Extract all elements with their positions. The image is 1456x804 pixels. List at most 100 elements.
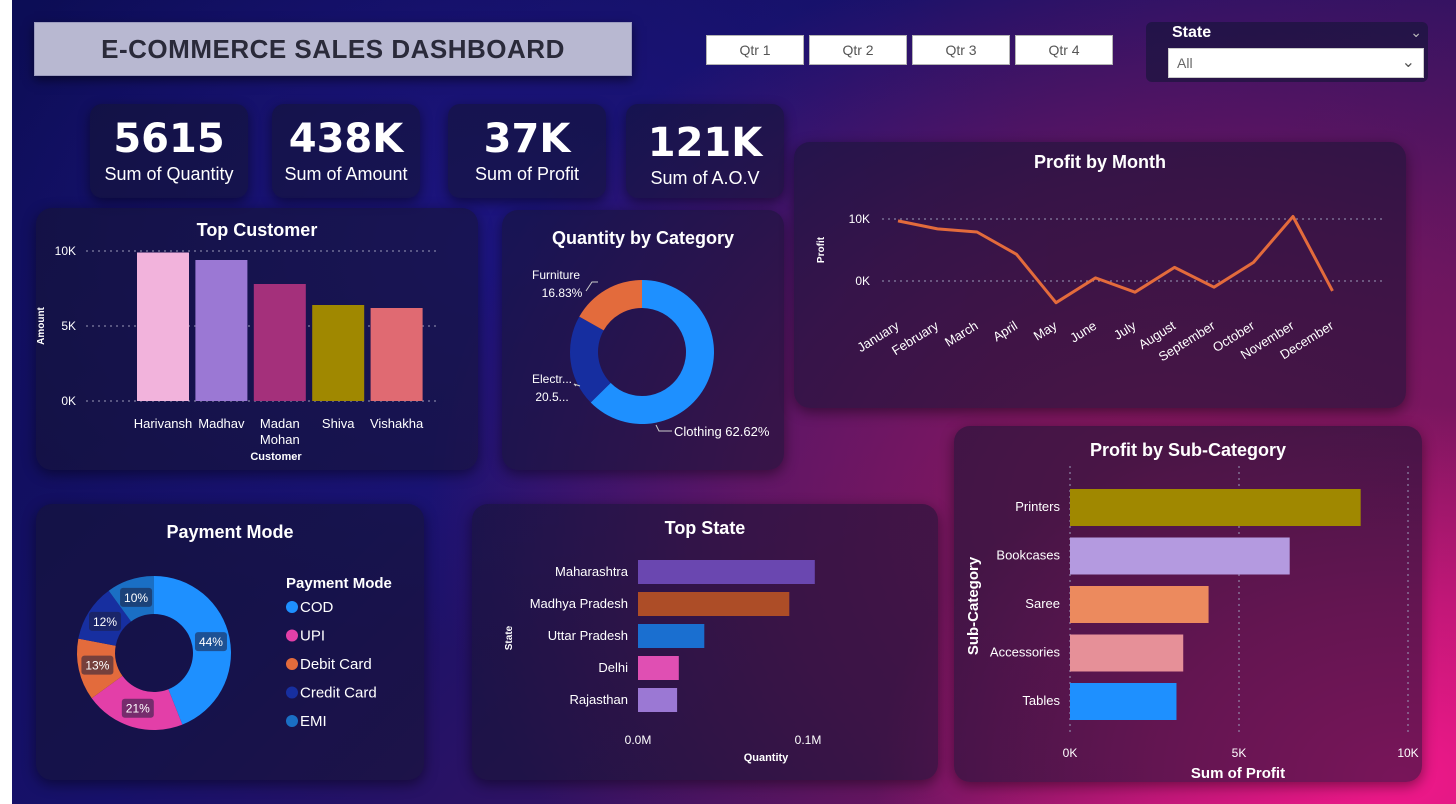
payment-mode-card: Payment Mode 44% 21% 13% 12% 10% Payment Mode… <box>36 504 424 780</box>
left-edge-bar <box>0 0 12 804</box>
y-tick-label: Accessories <box>990 645 1061 660</box>
x-tick-label: Vishakha <box>370 416 424 431</box>
bar <box>1070 683 1177 720</box>
data-label: 13% <box>85 659 109 673</box>
y-tick-label: Uttar Pradesh <box>548 628 628 643</box>
bar <box>1070 634 1184 672</box>
profit-by-month-chart: 10K0KProfitJanuaryFebruary March April May J… <box>816 212 1384 364</box>
quantity-by-category-chart: Clothing 62.62% Electr... 20.5... Furniture… <box>532 268 770 439</box>
bar <box>1070 586 1209 623</box>
x-tick-label: March <box>942 318 981 350</box>
quantity-by-category-card: Quantity by Category Clothing 62.62% Elec… <box>502 210 784 470</box>
bar <box>638 624 705 648</box>
y-tick-label: Delhi <box>598 660 628 675</box>
profit-by-month-card: Profit by Month 10K 0K Profit January Februa… <box>794 142 1406 408</box>
state-dropdown[interactable]: All ⌄ <box>1168 48 1424 78</box>
y-tick-label: 5K <box>61 319 76 333</box>
data-label: 16.83% <box>542 286 583 300</box>
legend-label: UPI <box>300 628 325 645</box>
bar <box>1070 537 1290 575</box>
kpi-value: 438K <box>288 116 404 162</box>
x-tick-label: Madhav <box>198 416 245 431</box>
data-label: Electr... <box>532 372 572 386</box>
qtr-1-button[interactable]: Qtr 1 <box>706 35 804 65</box>
top-state-card: Top State Maharashtra Madhya Pradesh Uttar… <box>472 504 938 780</box>
y-axis-label: Sub-Category <box>965 556 982 655</box>
kpi-value: 5615 <box>113 116 225 162</box>
y-tick-label: 0K <box>855 274 870 288</box>
kpi-value: 121K <box>647 120 763 166</box>
x-tick-label: Harivansh <box>134 416 193 431</box>
legend-title: Payment Mode <box>286 575 392 592</box>
data-label: Furniture <box>532 268 580 282</box>
kpi-value: 37K <box>483 116 571 162</box>
top-state-chart: Maharashtra Madhya Pradesh Uttar Pradesh De… <box>504 560 822 764</box>
bar <box>370 308 423 401</box>
legend-label: Credit Card <box>300 685 377 702</box>
y-tick-label: 10K <box>849 212 870 226</box>
kpi-card-aov: 121K Sum of A.O.V <box>626 104 784 198</box>
y-tick-label: Tables <box>1022 693 1060 708</box>
chevron-down-icon: ⌄ <box>1401 54 1415 71</box>
legend-label: Debit Card <box>300 656 372 673</box>
x-tick-label: 0.1M <box>795 733 822 747</box>
y-tick-label: Rajasthan <box>569 692 628 707</box>
bar <box>638 560 815 584</box>
data-label: 10% <box>124 591 148 605</box>
x-tick-label: May <box>1031 318 1060 344</box>
bar <box>253 284 306 401</box>
x-tick-label: June <box>1067 318 1099 346</box>
data-label: 12% <box>93 615 117 629</box>
qtr-4-button[interactable]: Qtr 4 <box>1015 35 1113 65</box>
kpi-card-amount: 438K Sum of Amount <box>272 104 420 198</box>
dashboard-title: E-COMMERCE SALES DASHBOARD <box>101 33 565 64</box>
x-tick-label: 0.0M <box>625 733 652 747</box>
chevron-down-icon[interactable]: ⌄ <box>1410 24 1422 41</box>
x-tick-label: 0K <box>1063 746 1078 760</box>
x-tick-label: Madan <box>260 416 300 431</box>
qtr-3-button[interactable]: Qtr 3 <box>912 35 1010 65</box>
x-tick-label: 10K <box>1397 746 1418 760</box>
y-tick-label: Bookcases <box>996 548 1060 563</box>
x-tick-label: April <box>990 318 1020 345</box>
bar <box>638 592 790 616</box>
x-tick-label: Shiva <box>322 416 355 431</box>
bar <box>1070 489 1361 526</box>
y-axis-label: Amount <box>36 306 47 344</box>
kpi-label: Sum of Profit <box>474 164 580 184</box>
y-tick-label: Maharashtra <box>555 564 629 579</box>
legend-marker <box>286 686 298 699</box>
leader-line <box>655 424 672 432</box>
state-filter-label: State <box>1172 24 1212 41</box>
y-tick-label: Printers <box>1015 499 1060 514</box>
y-tick-label: Saree <box>1025 596 1060 611</box>
legend-label: COD <box>300 599 334 616</box>
x-tick-label: 5K <box>1232 746 1247 760</box>
bar <box>638 656 679 680</box>
leader-line <box>585 281 598 292</box>
bar <box>195 260 248 401</box>
legend-marker <box>286 629 298 642</box>
profit-by-subcategory-chart: 0K 5K 10K Printers Bookcases Saree Accessories… <box>965 466 1419 782</box>
qtr-2-button[interactable]: Qtr 2 <box>809 35 907 65</box>
x-axis-label: Customer <box>250 451 302 463</box>
x-axis-label: Quantity <box>744 752 789 764</box>
data-label: Clothing 62.62% <box>674 424 770 439</box>
kpi-card-profit: 37K Sum of Profit <box>448 104 606 198</box>
kpi-card-quantity: 5615 Sum of Quantity <box>90 104 248 198</box>
kpi-label: Sum of Amount <box>284 164 408 184</box>
x-tick-label: Mohan <box>260 432 300 447</box>
bar <box>638 688 678 712</box>
legend-label: EMI <box>300 713 327 730</box>
x-axis-label: Sum of Profit <box>1191 765 1285 782</box>
dashboard-canvas: E-COMMERCE SALES DASHBOARD Qtr 1 Qtr 2 Q… <box>0 0 1456 804</box>
state-filter-panel: State ⌄ All ⌄ <box>1146 22 1428 82</box>
profit-by-subcategory-card: Profit by Sub-Category 0K 5K 10K Printers Bo… <box>954 426 1422 782</box>
y-tick-label: 10K <box>55 244 76 258</box>
y-tick-label: Madhya Pradesh <box>530 596 628 611</box>
data-label: 21% <box>126 702 150 716</box>
top-customer-chart: 0K 5K 10K Amount Harivansh Madhav MadanMohan Sh… <box>36 244 438 463</box>
y-axis-label: Profit <box>816 236 827 263</box>
dashboard-title-box: E-COMMERCE SALES DASHBOARD <box>34 22 632 76</box>
kpi-label: Sum of A.O.V <box>650 168 760 188</box>
